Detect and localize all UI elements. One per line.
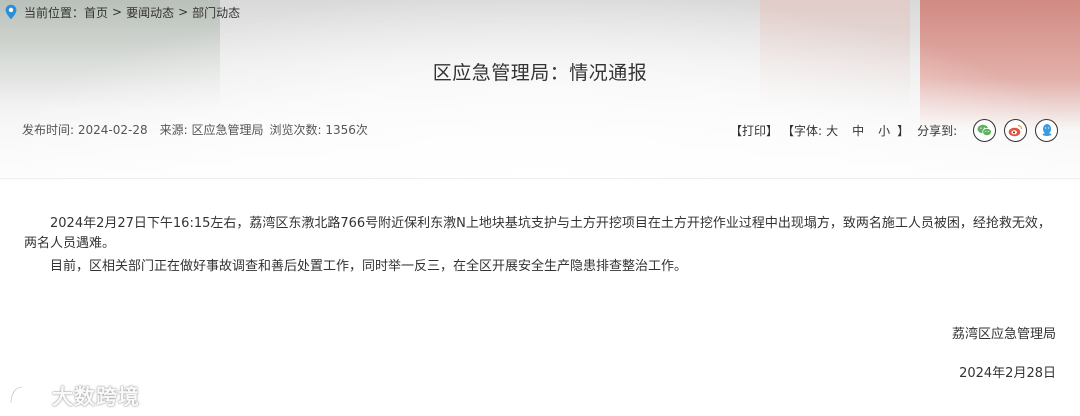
article-source: 来源: 区应急管理局 <box>159 123 264 137</box>
article-body: 2024年2月27日下午16:15左右，荔湾区东漖北路766号附近保利东漖N上地… <box>24 214 1060 280</box>
view-count: 浏览次数: 1356次 <box>269 123 368 137</box>
breadcrumb-separator: > <box>112 5 123 19</box>
signature-organization: 荔湾区应急管理局 <box>951 327 1056 342</box>
share-qq-button[interactable] <box>1035 118 1059 142</box>
watermark-text: 大数跨境 <box>52 385 140 409</box>
watermark: 大数跨境 <box>8 381 140 411</box>
banner-fade <box>0 0 1080 180</box>
article-paragraph: 2024年2月27日下午16:15左右，荔湾区东漖北路766号附近保利东漖N上地… <box>24 216 1051 251</box>
breadcrumb-prefix: 当前位置： <box>24 5 85 20</box>
font-small-button[interactable]: 小 <box>878 122 890 139</box>
font-medium-button[interactable]: 中 <box>852 122 864 139</box>
qq-icon <box>1042 124 1052 136</box>
share-weibo-button[interactable] <box>1004 118 1028 142</box>
article-paragraph: 目前，区相关部门正在做好事故调查和善后处置工作，同时举一反三，在全区开展安全生产… <box>50 259 688 274</box>
share-label: 分享到: <box>917 123 958 138</box>
print-button[interactable]: 【打印】 <box>730 122 778 139</box>
breadcrumb-home-link[interactable]: 首页 <box>84 4 108 21</box>
watermark-logo-icon <box>9 385 44 404</box>
breadcrumb-news-link[interactable]: 要闻动态 <box>126 4 174 21</box>
header-divider <box>0 178 1080 179</box>
signature-date: 2024年2月28日 <box>959 366 1056 381</box>
breadcrumb-department-link[interactable]: 部门动态 <box>192 4 240 21</box>
breadcrumb-separator: > <box>178 5 189 19</box>
share-wechat-button[interactable] <box>973 118 997 142</box>
article-tools: 【打印】 【字体: 大 中 小 】 分享到: <box>730 118 1059 142</box>
page-title: 区应急管理局：情况通报 <box>432 62 648 84</box>
breadcrumb: 当前位置： 首页 > 要闻动态 > 部门动态 <box>4 3 240 21</box>
wechat-icon <box>977 124 992 136</box>
header-banner <box>0 0 1080 180</box>
location-pin-icon <box>5 4 17 20</box>
publish-time: 发布时间: 2024-02-28 <box>22 123 148 137</box>
font-size-prefix: 【字体: <box>782 123 823 138</box>
weibo-icon <box>1008 124 1023 136</box>
article-meta: 发布时间: 2024-02-28 来源: 区应急管理局 浏览次数: 1356次 <box>22 121 368 138</box>
font-size-suffix: 】 <box>897 123 910 138</box>
font-large-button[interactable]: 大 <box>826 122 838 139</box>
